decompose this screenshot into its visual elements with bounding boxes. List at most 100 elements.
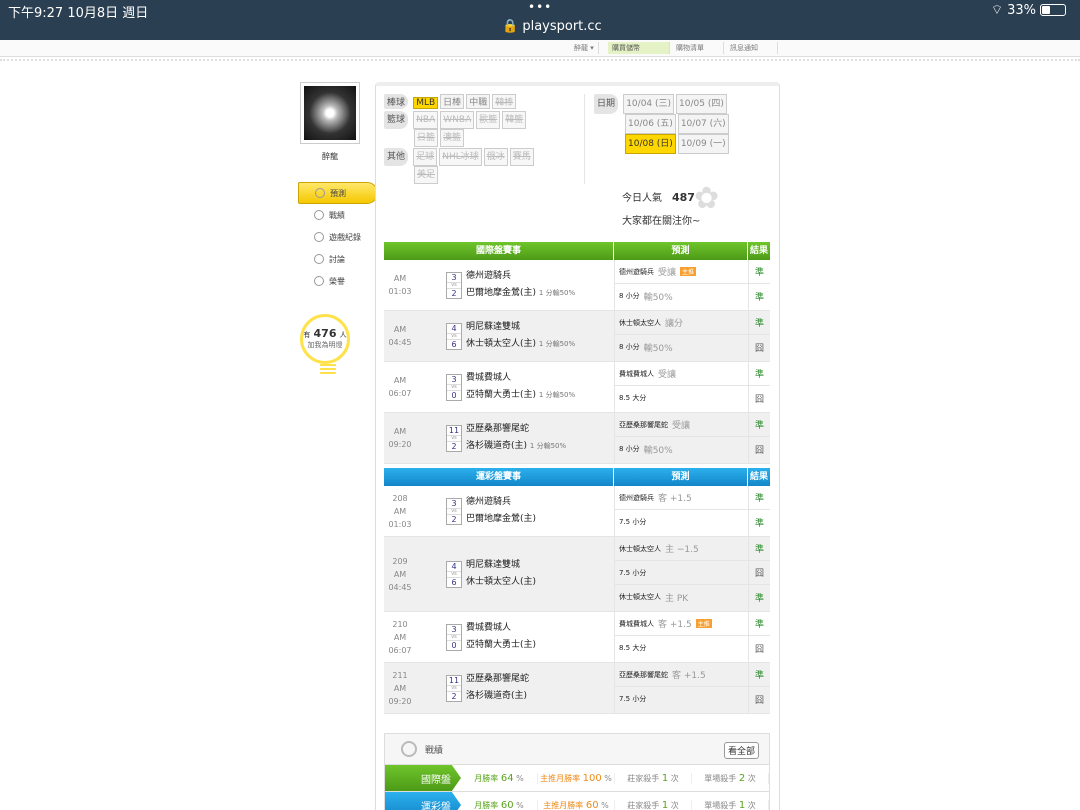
home-team[interactable]: 巴爾地摩金鶯(主) <box>466 514 536 524</box>
profile-nav: 預測 戰績 遊戲紀錄 討論 榮譽 <box>298 182 378 292</box>
home-score: 2 <box>451 288 457 298</box>
date-label: 日期 <box>594 94 619 114</box>
column-header: 國際盤賽事 <box>384 242 614 260</box>
stat-label: 莊家殺手 <box>627 773 660 783</box>
nav-discussion[interactable]: 討論 <box>298 248 378 270</box>
record-stat: 主推月勝率 60 % <box>538 799 615 810</box>
record-stat: 月勝率 60 % <box>461 799 538 810</box>
game-teams: 3 vs 0 費城費城人 亞特蘭大勇士(主) 1 分輸50% <box>416 362 614 412</box>
league-nba: NBA <box>413 111 439 129</box>
home-team-line: 休士頓太空人(主) 1 分輸50% <box>466 336 575 353</box>
stat-value: 60 <box>585 799 599 810</box>
home-team[interactable]: 洛杉磯道奇(主) <box>466 691 527 701</box>
score-box: 3 vs 0 <box>446 623 462 651</box>
notifications-link[interactable]: 訊息通知 <box>726 42 778 54</box>
nav-honor[interactable]: 榮譽 <box>298 270 378 292</box>
result-col: 準囧準 <box>748 537 770 611</box>
column-header: 運彩盤賽事 <box>384 468 614 486</box>
prediction-col: 休士頓太空人主 −1.5 7.5 小分 休士頓太空人主 PK <box>614 537 748 611</box>
url-bar[interactable]: 🔒 playsport.cc <box>502 19 602 34</box>
nav-predictions[interactable]: 預測 <box>298 182 378 204</box>
game-time: 208 AM 01:03 <box>384 486 416 536</box>
stat-value: 64 <box>500 772 514 784</box>
record-stat: 單場殺手 2 次 <box>692 772 769 784</box>
result-col: 準囧 <box>748 362 770 412</box>
avatar[interactable] <box>300 82 360 144</box>
date-option[interactable]: 10/07 (六) <box>677 114 729 134</box>
away-team[interactable]: 亞歷桑那響尾蛇 <box>466 421 566 438</box>
date-option[interactable]: 10/04 (三) <box>623 94 675 114</box>
prediction-team: 7.5 小分 <box>619 568 647 577</box>
away-score: 11 <box>448 675 460 685</box>
battery-text: 33% <box>1007 2 1036 18</box>
stat-label: 莊家殺手 <box>627 800 660 810</box>
bulb-follow-widget[interactable]: 有 476 人 加我為明燈 <box>300 314 355 384</box>
shopping-list-link[interactable]: 購物清單 <box>672 42 724 54</box>
game-ampm: AM <box>393 632 407 642</box>
result-col: 準囧 <box>748 413 770 463</box>
view-all-button[interactable]: 看全部 <box>723 742 759 759</box>
league-cpbl[interactable]: 中職 <box>466 94 491 109</box>
home-team[interactable]: 亞特蘭大勇士(主) <box>466 640 536 650</box>
away-team[interactable]: 德州遊騎兵 <box>466 494 536 511</box>
nav-record[interactable]: 戰績 <box>298 204 378 226</box>
vs-label: vs <box>447 434 461 442</box>
game-teams: 3 vs 2 德州遊騎兵 巴爾地摩金鶯(主) 1 分輸50% <box>416 260 614 310</box>
game-clock: 09:20 <box>388 696 412 706</box>
league-mlb[interactable]: MLB <box>413 97 439 109</box>
prediction-cell: 7.5 小分 <box>615 687 748 711</box>
away-team[interactable]: 明尼蘇達雙城 <box>466 319 575 336</box>
home-team[interactable]: 巴爾地摩金鶯(主) <box>466 288 536 298</box>
result-hit: 準 <box>749 612 770 636</box>
game-clock: 01:03 <box>388 519 412 529</box>
stat-label: 主推月勝率 <box>543 800 584 810</box>
away-team[interactable]: 明尼蘇達雙城 <box>466 557 536 574</box>
home-team[interactable]: 休士頓太空人(主) <box>466 339 536 349</box>
home-team[interactable]: 洛杉磯道奇(主) <box>466 441 527 451</box>
stat-label: 月勝率 <box>474 773 499 783</box>
game-ampm: AM <box>393 427 407 436</box>
prediction-cell: 德州遊騎兵客 +1.5 <box>615 486 748 510</box>
record-row: 運彩盤 月勝率 60 % 主推月勝率 60 % 莊家殺手 1 次單場殺手 1 次 <box>385 791 769 810</box>
home-score: 6 <box>451 577 457 587</box>
prediction-pick: 客 +1.5 <box>658 620 692 630</box>
record-category[interactable]: 國際盤 <box>385 765 461 791</box>
prediction-cell: 費城費城人客 +1.5 主推 <box>615 612 748 636</box>
away-team[interactable]: 費城費城人 <box>466 370 575 387</box>
record-category[interactable]: 運彩盤 <box>385 792 461 810</box>
date-option[interactable]: 10/05 (四) <box>676 94 727 114</box>
prediction-pick: 主 PK <box>665 593 689 604</box>
date-option[interactable]: 10/06 (五) <box>625 114 676 134</box>
vs-label: vs <box>447 570 461 578</box>
url-text: playsport.cc <box>522 19 602 34</box>
result-col: 準囧 <box>748 311 770 361</box>
nav-game-history[interactable]: 遊戲紀錄 <box>298 226 378 248</box>
team-names: 明尼蘇達雙城 休士頓太空人(主) 1 分輸50% <box>466 319 575 353</box>
home-team[interactable]: 亞特蘭大勇士(主) <box>466 390 536 400</box>
date-option-selected[interactable]: 10/08 (日) <box>625 134 676 154</box>
buy-coins-link[interactable]: 購買儲幣 <box>608 42 670 54</box>
stat-label: 單場殺手 <box>704 773 737 783</box>
prediction-team: 休士頓太空人 <box>619 593 661 601</box>
user-menu[interactable]: 醉龍 ▾ <box>570 42 599 54</box>
prediction-pick: 受讓 <box>658 370 677 380</box>
record-summary: 戰績 看全部 國際盤 月勝率 64 % 主推月勝率 100 % 莊家殺手 1 次單場殺… <box>384 733 770 810</box>
league-npb[interactable]: 日棒 <box>440 94 465 109</box>
away-team[interactable]: 德州遊騎兵 <box>466 268 575 285</box>
date-option[interactable]: 10/09 (一) <box>677 134 729 154</box>
away-team[interactable]: 亞歷桑那響尾蛇 <box>466 671 529 688</box>
game-ampm: AM <box>393 506 407 516</box>
divider <box>584 94 585 184</box>
intl-header: 國際盤賽事 預測 結果 <box>384 242 770 260</box>
team-names: 費城費城人亞特蘭大勇士(主) <box>466 620 536 654</box>
away-score: 4 <box>451 561 457 571</box>
lottery-header: 運彩盤賽事 預測 結果 <box>384 468 770 486</box>
game-time: AM 09:20 <box>384 413 416 463</box>
away-team[interactable]: 費城費城人 <box>466 620 536 637</box>
league-jbl: 日籃 <box>414 129 439 147</box>
prediction-team: 8 小分 <box>619 343 640 351</box>
profile-sidebar: 醉龍 預測 戰績 遊戲紀錄 討論 榮譽 有 476 人 加我為明燈 <box>298 82 378 376</box>
record-row: 國際盤 月勝率 64 % 主推月勝率 100 % 莊家殺手 1 次單場殺手 2 次 <box>385 764 769 791</box>
tab-dots-icon[interactable]: ••• <box>528 0 552 14</box>
home-team[interactable]: 休士頓太空人(主) <box>466 577 536 587</box>
